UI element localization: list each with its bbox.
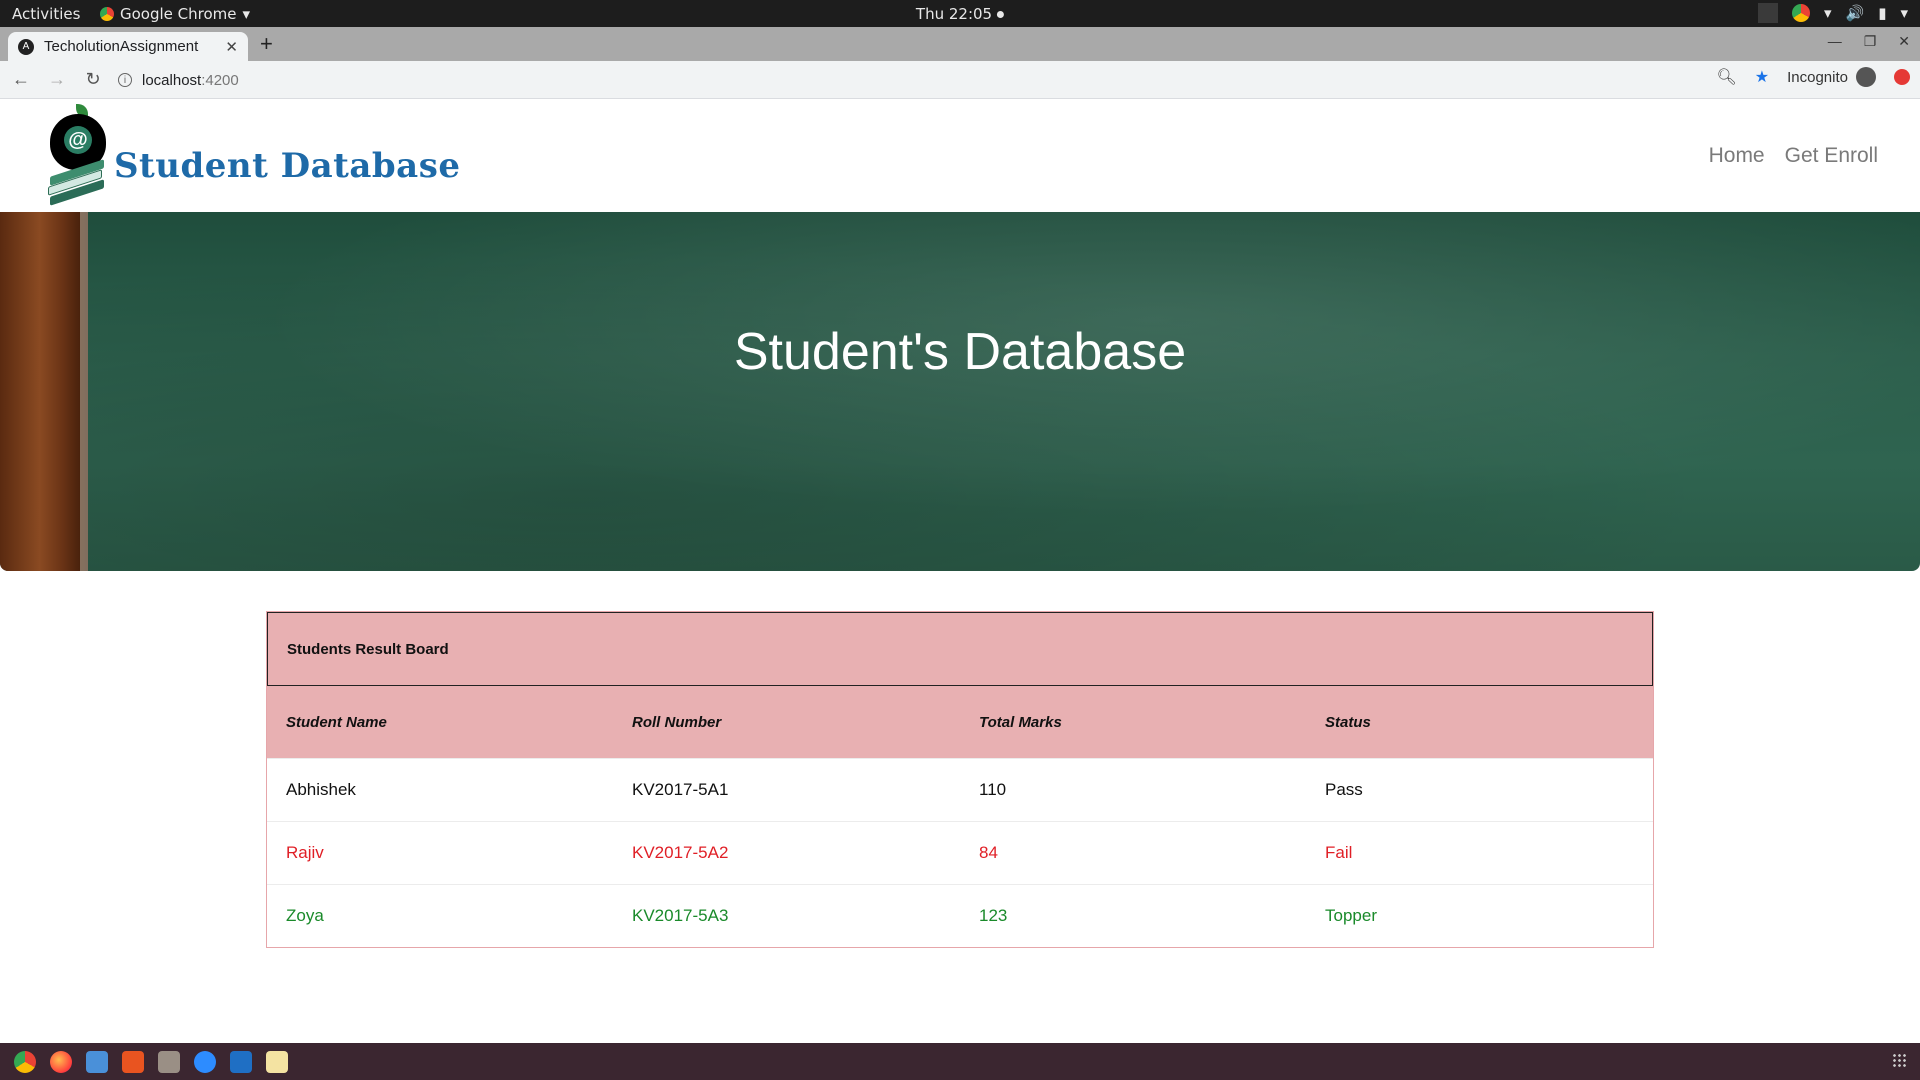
table-row: Rajiv KV2017-5A2 84 Fail — [267, 821, 1653, 884]
software-center-icon[interactable] — [122, 1050, 144, 1073]
total-marks: 84 — [979, 843, 998, 862]
status: Pass — [1325, 780, 1363, 799]
wifi-icon[interactable]: ▾ — [1824, 4, 1832, 22]
files-icon[interactable] — [158, 1050, 180, 1073]
incognito-label: Incognito — [1787, 68, 1848, 86]
hero-title: Student's Database — [733, 323, 1187, 381]
url-port: :4200 — [201, 71, 239, 89]
student-name: Rajiv — [286, 843, 324, 862]
status: Topper — [1325, 906, 1377, 925]
tray-app-icon[interactable] — [1757, 3, 1778, 23]
volume-icon[interactable]: 🔊 — [1846, 4, 1865, 22]
apple-books-logo-icon: @ — [46, 104, 110, 206]
student-name: Zoya — [286, 906, 324, 925]
vscode-icon[interactable] — [230, 1050, 252, 1073]
extension-icon[interactable] — [1894, 69, 1910, 85]
board-title: Students Result Board — [267, 612, 1653, 686]
system-menu-caret-icon[interactable]: ▾ — [1900, 4, 1908, 22]
url-host: localhost — [142, 71, 202, 89]
incognito-icon — [1856, 67, 1876, 87]
close-tab-icon[interactable]: ✕ — [225, 38, 238, 56]
tab-strip: A TecholutionAssignment ✕ + — ❐ ✕ — [0, 27, 1920, 61]
column-header: Status — [1325, 713, 1371, 731]
clock-text: Thu 22:05 — [915, 5, 993, 23]
total-marks: 110 — [979, 780, 1007, 799]
status: Fail — [1325, 843, 1353, 862]
new-tab-button[interactable]: + — [260, 31, 273, 57]
back-arrow-icon[interactable]: ← — [6, 69, 36, 90]
nav-get-enroll-link[interactable]: Get Enroll — [1785, 144, 1878, 168]
system-tray[interactable]: ▾ 🔊 ▮ ▾ — [1757, 3, 1908, 23]
angular-favicon-icon: A — [18, 38, 34, 55]
reload-icon[interactable]: ↻ — [78, 69, 108, 90]
forward-arrow-icon[interactable]: → — [42, 69, 72, 90]
roll-number: KV2017-5A3 — [632, 906, 729, 925]
restore-icon[interactable]: ❐ — [1864, 33, 1877, 50]
clock[interactable]: Thu 22:05 — [915, 5, 1005, 23]
site-logo[interactable]: @ Student Database — [46, 104, 461, 206]
zoom-icon[interactable] — [194, 1050, 216, 1073]
address-bar[interactable]: i localhost :4200 — [110, 65, 1750, 95]
roll-number: KV2017-5A2 — [632, 843, 729, 862]
firefox-icon[interactable] — [50, 1050, 72, 1073]
chrome-icon[interactable] — [14, 1050, 36, 1073]
student-name: Abhishek — [286, 780, 356, 799]
column-header: Total Marks — [979, 713, 1062, 731]
column-header: Roll Number — [632, 713, 722, 731]
bookmark-star-icon[interactable]: ★ — [1755, 67, 1769, 87]
system-top-bar: Activities Google Chrome ▾ Thu 22:05 ▾ 🔊… — [0, 0, 1920, 27]
table-row: Abhishek KV2017-5A1 110 Pass — [267, 758, 1653, 821]
minimize-icon[interactable]: — — [1828, 33, 1842, 50]
result-board: Students Result Board Student Name Roll … — [266, 611, 1654, 948]
activities-button[interactable]: Activities — [12, 5, 80, 23]
nav-home-link[interactable]: Home — [1709, 144, 1765, 168]
roll-number: KV2017-5A1 — [632, 780, 729, 799]
caret-down-icon: ▾ — [242, 5, 251, 23]
hero-chalkboard: Student's Database — [0, 212, 1920, 571]
text-editor-icon[interactable] — [86, 1050, 108, 1073]
table-row: Zoya KV2017-5A3 123 Topper — [267, 884, 1653, 947]
toolbar-right: 🔍︎ ★ Incognito — [1716, 67, 1920, 87]
close-window-icon[interactable]: ✕ — [1898, 33, 1910, 50]
app-menu-label: Google Chrome — [120, 5, 237, 23]
notes-icon[interactable] — [266, 1050, 288, 1073]
logo-text: Student Database — [114, 146, 461, 186]
window-controls: — ❐ ✕ — [1828, 33, 1910, 50]
browser-toolbar: ← → ↻ i localhost :4200 🔍︎ ★ Incognito — [0, 61, 1920, 99]
total-marks: 123 — [979, 906, 1008, 925]
column-header: Student Name — [286, 713, 387, 731]
show-applications-icon[interactable] — [1892, 1053, 1906, 1067]
site-info-icon[interactable]: i — [118, 73, 132, 87]
chrome-tray-icon[interactable] — [1791, 4, 1810, 22]
chrome-icon — [100, 7, 114, 21]
site-menu: Home Get Enroll — [1709, 144, 1878, 168]
tab-active[interactable]: A TecholutionAssignment ✕ — [8, 32, 248, 61]
battery-icon[interactable]: ▮ — [1878, 4, 1886, 22]
tab-title: TecholutionAssignment — [44, 38, 199, 55]
notification-dot-icon — [997, 10, 1005, 18]
chalkboard-frame — [0, 212, 88, 571]
zoom-icon[interactable]: 🔍︎ — [1716, 67, 1736, 87]
incognito-indicator[interactable]: Incognito — [1787, 67, 1876, 87]
site-navbar: @ Student Database Home Get Enroll — [0, 99, 1920, 212]
taskbar — [0, 1043, 1920, 1080]
table-header-row: Student Name Roll Number Total Marks Sta… — [267, 686, 1653, 758]
app-menu[interactable]: Google Chrome ▾ — [100, 5, 250, 23]
